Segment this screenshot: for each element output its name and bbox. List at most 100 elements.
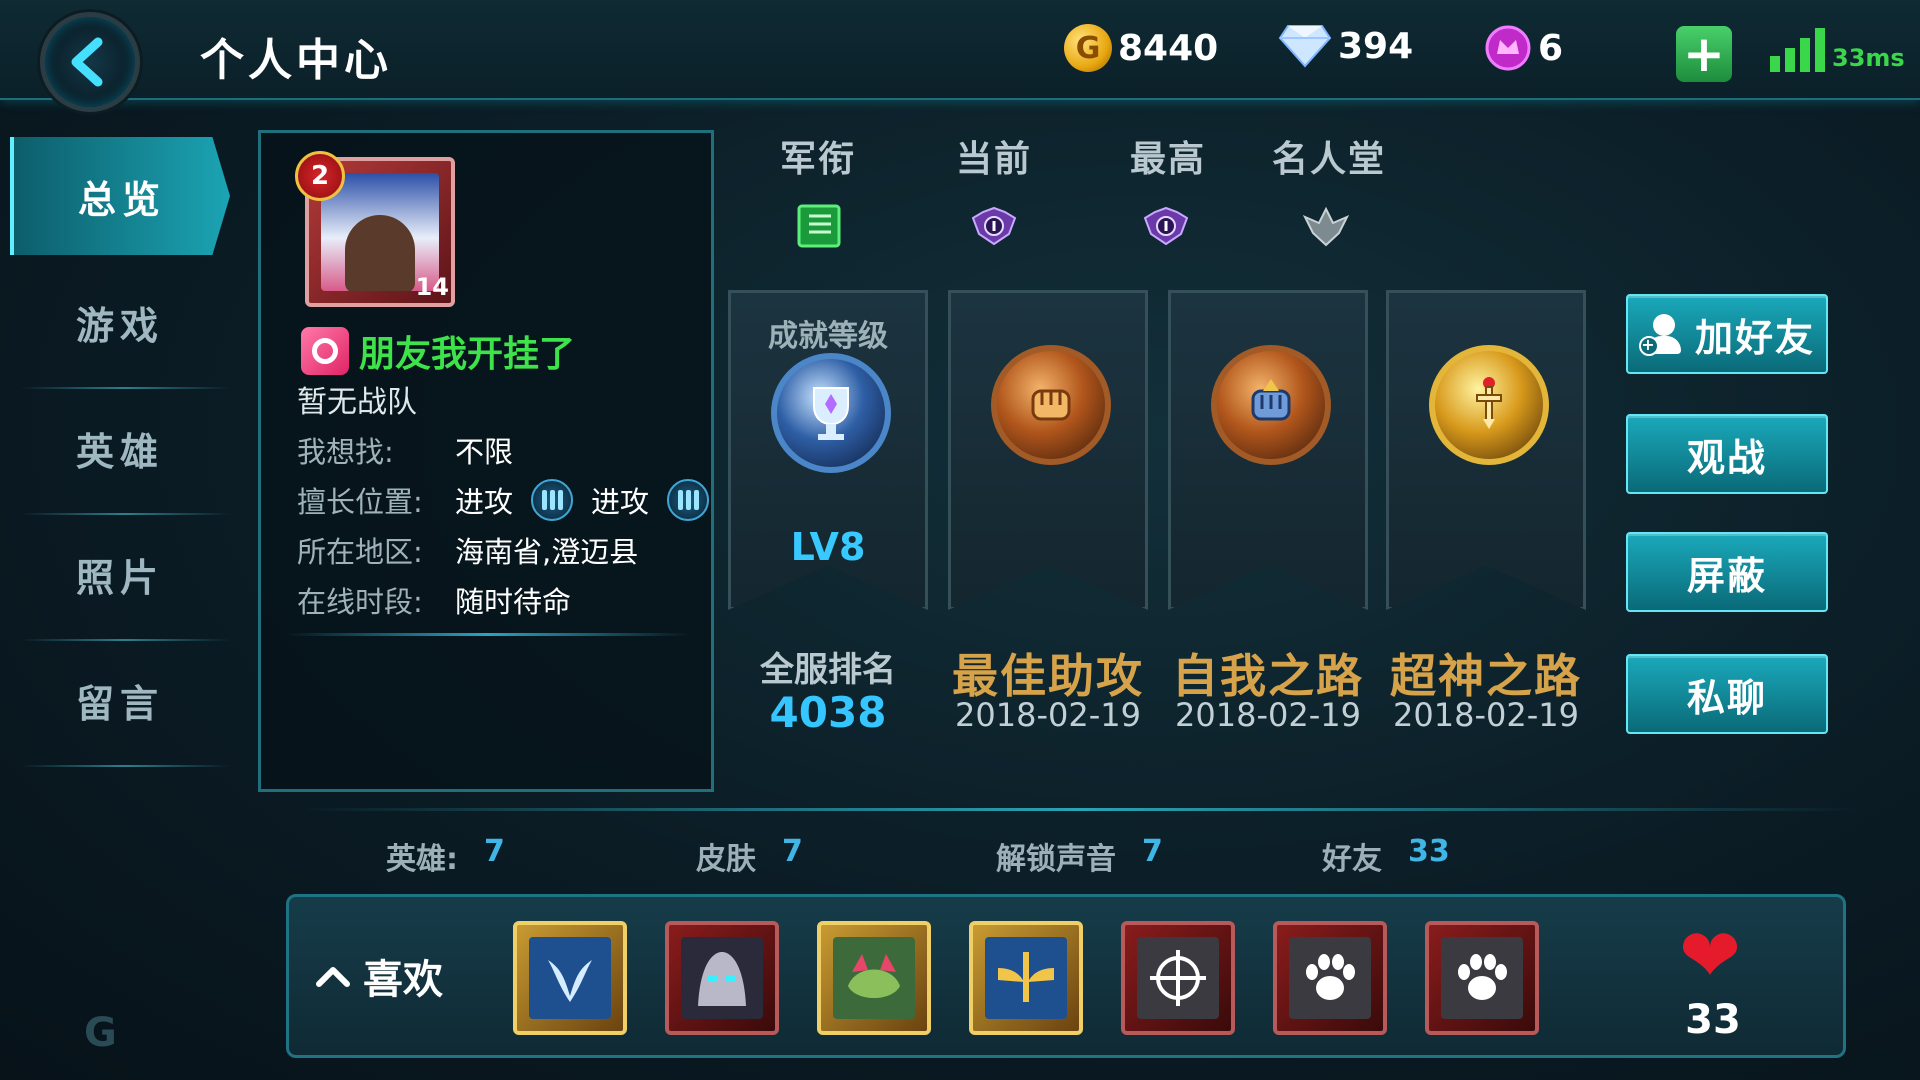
voices-count: 7 xyxy=(1142,834,1163,869)
attack-position-icon xyxy=(531,479,574,521)
favorite-paw-print-icon[interactable] xyxy=(1425,921,1539,1035)
chevron-up-icon xyxy=(316,967,350,987)
voices-label: 解锁声音 xyxy=(996,842,1116,877)
avatar-level: 14 xyxy=(415,273,449,301)
skins-count: 7 xyxy=(782,834,803,869)
rank-header-current: 当前 xyxy=(956,139,1033,180)
diamond-counter: 394 xyxy=(1278,24,1413,68)
position-row: 擅长位置: 进攻 进攻 xyxy=(297,479,710,521)
looking-for-row: 我想找: 不限 xyxy=(297,429,513,471)
back-button[interactable] xyxy=(40,12,140,112)
hall-of-fame-wing-icon[interactable] xyxy=(1300,200,1352,252)
gender-female-icon xyxy=(301,327,349,375)
gold-value: 8440 xyxy=(1118,27,1219,69)
diamond-icon xyxy=(1278,25,1332,68)
nav-divider xyxy=(20,765,230,767)
server-rank-value: 4038 xyxy=(769,688,887,737)
medal-card-own-path[interactable] xyxy=(1168,290,1368,610)
achievement-level-card[interactable]: 成就等级 LV8 xyxy=(728,290,928,610)
current-rank-badge-icon[interactable] xyxy=(968,200,1020,252)
friends-stat: 好友 33 xyxy=(1322,834,1450,878)
friends-count: 33 xyxy=(1408,834,1450,869)
friends-label: 好友 xyxy=(1322,842,1382,877)
likes-toggle[interactable]: 喜欢 xyxy=(313,947,443,1005)
add-friend-label: 加好友 xyxy=(1694,315,1815,360)
game-logo-icon: G xyxy=(84,1010,117,1056)
armored-fist-medal-icon xyxy=(1211,345,1331,465)
medal-date: 2018-02-19 xyxy=(1393,696,1579,734)
heroes-count: 7 xyxy=(484,834,505,869)
team-status: 暂无战队 xyxy=(297,385,417,420)
online-label: 在线时段: xyxy=(297,585,423,619)
panel-divider xyxy=(285,633,690,636)
military-rank-book-icon[interactable] xyxy=(794,200,846,252)
likes-bar: 喜欢 ❤ 33 xyxy=(286,894,1846,1058)
medal-date: 2018-02-19 xyxy=(1175,696,1361,734)
top-bar: 个人中心 G 8440 394 6 + 33ms xyxy=(0,0,1920,112)
nav-games[interactable]: 游戏 xyxy=(10,263,230,381)
position-label: 擅长位置: xyxy=(297,485,423,519)
gold-counter: G 8440 xyxy=(1064,24,1218,72)
online-value: 随时待命 xyxy=(455,585,572,619)
like-count: 33 xyxy=(1685,997,1741,1043)
skins-stat: 皮肤 7 xyxy=(696,834,803,878)
likes-label: 喜欢 xyxy=(363,957,443,1003)
purple-gem-icon xyxy=(1485,25,1531,71)
nickname-row: 朋友我开挂了 xyxy=(301,325,575,377)
recharge-plus-button[interactable]: + xyxy=(1676,26,1732,82)
like-heart-icon[interactable]: ❤ xyxy=(1679,919,1741,993)
achievement-level-value: LV8 xyxy=(790,525,866,569)
nav-overview[interactable]: 总览 xyxy=(10,137,230,255)
achievement-level-title: 成就等级 xyxy=(768,319,888,354)
heroes-label: 英雄: xyxy=(386,842,458,877)
private-chat-button[interactable]: 私聊 xyxy=(1626,654,1828,734)
page-title: 个人中心 xyxy=(200,35,392,86)
looking-for-value: 不限 xyxy=(455,435,514,469)
region-row: 所在地区: 海南省,澄迈县 xyxy=(297,529,638,571)
online-row: 在线时段: 随时待命 xyxy=(297,579,571,621)
ping-value: 33ms xyxy=(1832,44,1905,72)
sword-medal-icon xyxy=(1429,345,1549,465)
medal-card-best-assist[interactable] xyxy=(948,290,1148,610)
region-label: 所在地区: xyxy=(297,535,423,569)
favorite-paw-print-icon[interactable] xyxy=(1273,921,1387,1035)
diamond-value: 394 xyxy=(1338,25,1414,67)
nav-photos[interactable]: 照片 xyxy=(10,515,230,633)
gem-counter: 6 xyxy=(1484,24,1563,72)
position-value-1: 进攻 xyxy=(455,485,514,519)
position-value-2: 进攻 xyxy=(591,485,650,519)
nickname: 朋友我开挂了 xyxy=(359,334,576,375)
looking-for-label: 我想找: xyxy=(297,435,394,469)
attack-position-icon xyxy=(667,479,710,521)
favorite-beast-hero-icon[interactable] xyxy=(817,921,931,1035)
rank-header-hall-of-fame: 名人堂 xyxy=(1272,139,1387,180)
favorite-dragon-emblem-icon[interactable] xyxy=(513,921,627,1035)
add-friend-icon: + xyxy=(1638,310,1687,358)
region-value: 海南省,澄迈县 xyxy=(455,535,639,569)
avatar-badge: 2 xyxy=(295,151,345,201)
profile-panel: 2 14 朋友我开挂了 暂无战队 我想找: 不限 擅长位置: 进攻 进攻 所在地… xyxy=(258,130,714,792)
fist-medal-icon xyxy=(991,345,1111,465)
add-friend-button[interactable]: + 加好友 xyxy=(1626,294,1828,374)
heroes-stat: 英雄: 7 xyxy=(386,834,505,878)
nav-heroes[interactable]: 英雄 xyxy=(10,389,230,507)
favorite-winged-sword-icon[interactable] xyxy=(969,921,1083,1035)
avatar[interactable]: 2 14 xyxy=(295,151,455,307)
side-nav: 总览 游戏 英雄 照片 留言 xyxy=(0,125,240,1080)
voices-stat: 解锁声音 7 xyxy=(996,834,1163,878)
trophy-icon xyxy=(771,353,891,473)
medal-card-godlike-path[interactable] xyxy=(1386,290,1586,610)
favorite-hooded-hero-icon[interactable] xyxy=(665,921,779,1035)
favorite-crosshair-icon[interactable] xyxy=(1121,921,1235,1035)
gold-coin-icon: G xyxy=(1064,24,1112,72)
section-divider xyxy=(300,808,1860,811)
highest-rank-badge-icon[interactable] xyxy=(1140,200,1192,252)
signal-strength-icon xyxy=(1770,28,1825,72)
gem-value: 6 xyxy=(1538,27,1564,69)
server-rank-label: 全服排名 xyxy=(760,650,896,690)
nav-messages[interactable]: 留言 xyxy=(10,641,230,759)
rank-header-highest: 最高 xyxy=(1130,139,1207,180)
rank-header-military: 军衔 xyxy=(780,139,857,180)
spectate-button[interactable]: 观战 xyxy=(1626,414,1828,494)
block-button[interactable]: 屏蔽 xyxy=(1626,532,1828,612)
